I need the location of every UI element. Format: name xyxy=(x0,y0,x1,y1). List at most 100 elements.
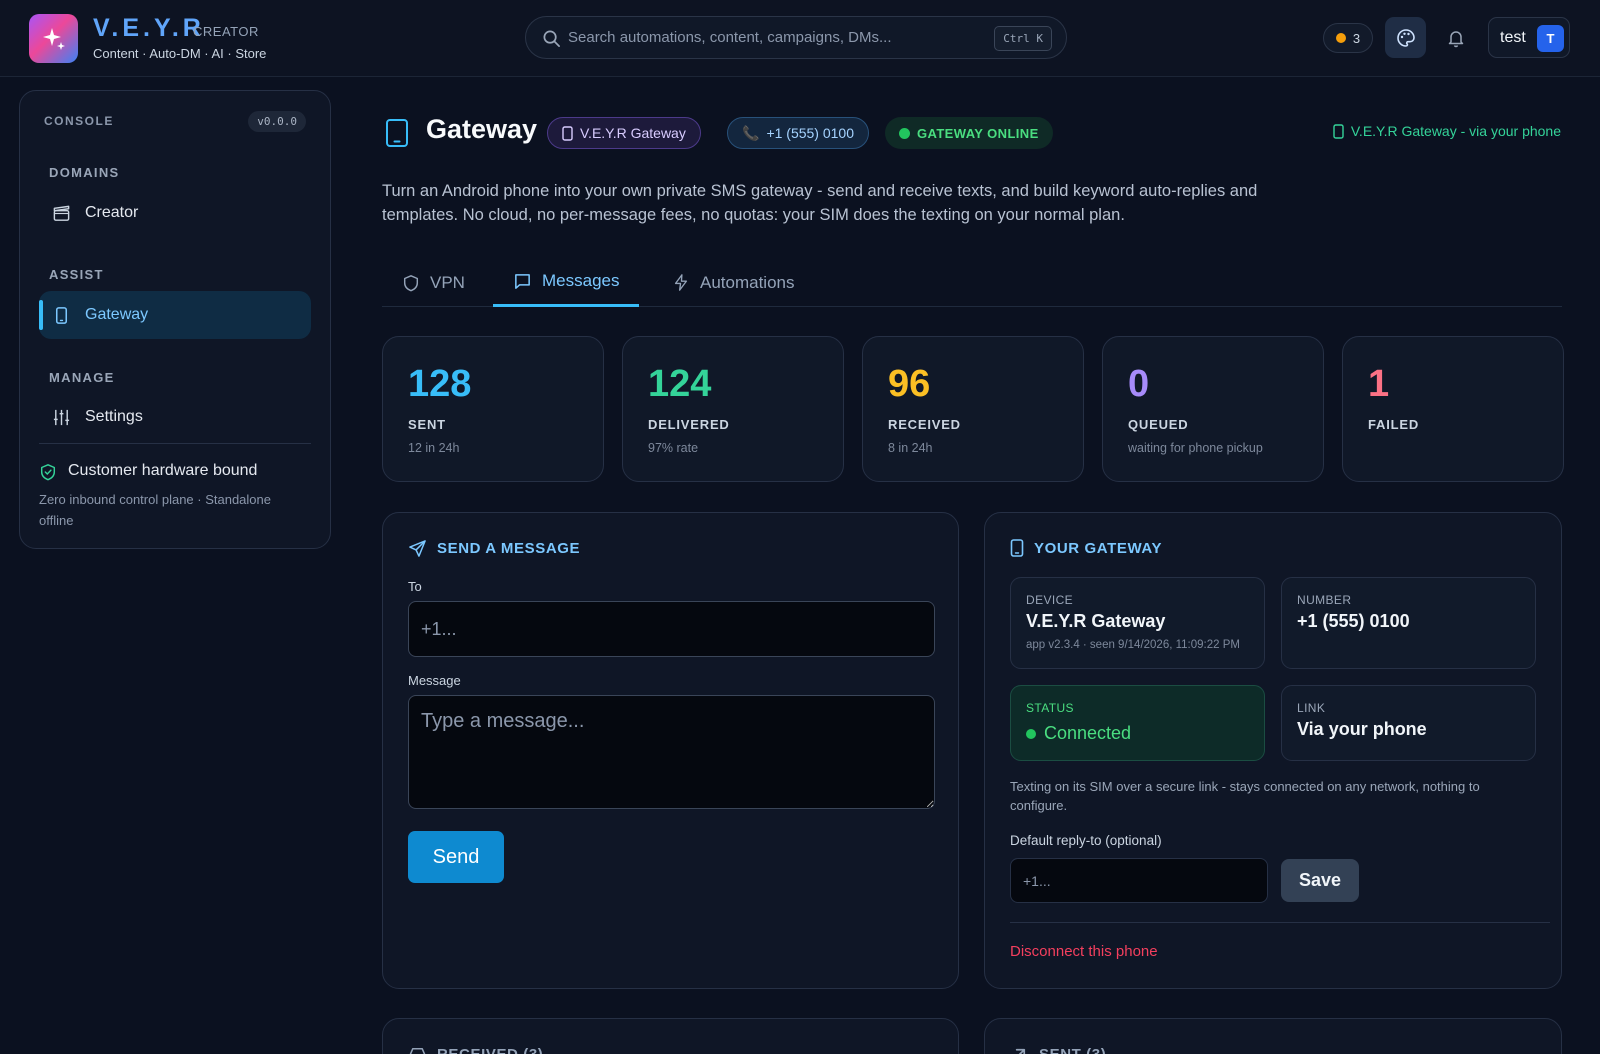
phone-chip-label: +1 (555) 0100 xyxy=(766,125,855,141)
stat-value: 128 xyxy=(408,363,472,405)
card-title: YOUR GATEWAY xyxy=(1010,539,1162,557)
stat-sub: 8 in 24h xyxy=(888,441,933,455)
message-input[interactable] xyxy=(408,695,935,809)
stat-label: SENT xyxy=(408,417,446,432)
stat-value: 1 xyxy=(1368,363,1390,405)
tab-label: Messages xyxy=(542,271,620,290)
search-input[interactable] xyxy=(568,17,968,58)
received-card: RECEIVED (3) xyxy=(382,1018,959,1054)
hardware-bound-title: Customer hardware bound xyxy=(68,462,258,479)
stat-label: QUEUED xyxy=(1128,417,1189,432)
card-title-label: RECEIVED (3) xyxy=(437,1046,543,1054)
number-info: NUMBER +1 (555) 0100 xyxy=(1281,577,1536,669)
stat-label: DELIVERED xyxy=(648,417,730,432)
number-value: +1 (555) 0100 xyxy=(1297,611,1410,631)
page-title: Gateway xyxy=(426,114,538,144)
palette-icon xyxy=(1396,28,1415,47)
gateway-via-link[interactable]: V.E.Y.R Gateway - via your phone xyxy=(1333,123,1561,139)
stat-sub: 97% rate xyxy=(648,441,699,455)
stat-card-received: 96 RECEIVED 8 in 24h xyxy=(862,336,1084,482)
phone-chip: 📞 +1 (555) 0100 xyxy=(727,117,870,149)
status-badge-label: GATEWAY ONLINE xyxy=(917,125,1039,141)
reply-to-label: Default reply-to (optional) xyxy=(1010,833,1162,848)
search-icon xyxy=(543,30,560,47)
message-label: Message xyxy=(408,673,461,688)
sidebar-item-label: Settings xyxy=(85,408,143,425)
sidebar-item-settings[interactable]: Settings xyxy=(39,393,311,441)
stat-label: FAILED xyxy=(1368,417,1420,432)
stat-card-failed: 1 FAILED xyxy=(1342,336,1564,482)
card-title-label: SENT (3) xyxy=(1039,1046,1106,1054)
link-info: LINK Via your phone xyxy=(1281,685,1536,761)
console-label: CONSOLE xyxy=(44,114,114,128)
send-icon xyxy=(409,540,426,557)
user-menu[interactable]: test T xyxy=(1488,17,1570,58)
bell-icon xyxy=(1448,31,1464,48)
smartphone-icon xyxy=(562,125,573,141)
hardware-bound-subtitle: Zero inbound control plane · Standalone … xyxy=(39,492,271,528)
sliders-icon xyxy=(51,407,71,427)
card-title: RECEIVED (3) xyxy=(408,1045,543,1054)
version-badge: v0.0.0 xyxy=(248,111,306,132)
brand-tag: CREATOR xyxy=(193,24,259,39)
avatar: T xyxy=(1537,25,1564,52)
stat-card-queued: 0 QUEUED waiting for phone pickup xyxy=(1102,336,1324,482)
smartphone-icon xyxy=(1333,123,1344,139)
sidebar-divider xyxy=(39,443,311,444)
lightning-icon xyxy=(674,274,688,291)
tab-bar: VPN Messages Automations xyxy=(382,258,1562,307)
sidebar-item-gateway[interactable]: Gateway xyxy=(39,291,311,339)
theme-button[interactable] xyxy=(1385,17,1426,58)
disconnect-link[interactable]: Disconnect this phone xyxy=(1010,943,1158,960)
tab-automations[interactable]: Automations xyxy=(652,258,815,307)
credits-badge[interactable]: 3 xyxy=(1323,23,1373,53)
status-value: Connected xyxy=(1026,723,1131,744)
tab-messages[interactable]: Messages xyxy=(493,258,640,307)
sparkle-icon xyxy=(42,27,65,50)
global-search[interactable]: Ctrl K xyxy=(525,16,1067,59)
status-info: STATUS Connected xyxy=(1010,685,1265,761)
status-dot xyxy=(1026,728,1036,739)
notifications-button[interactable] xyxy=(1443,25,1469,51)
smartphone-icon xyxy=(386,119,408,147)
section-assist: ASSIST xyxy=(49,267,104,282)
device-chip: V.E.Y.R Gateway xyxy=(547,117,701,149)
device-chip-label: V.E.Y.R Gateway xyxy=(580,125,686,141)
stat-label: RECEIVED xyxy=(888,417,961,432)
reply-to-input[interactable] xyxy=(1010,858,1268,903)
user-name: test xyxy=(1500,29,1526,46)
sent-card: SENT (3) xyxy=(984,1018,1562,1054)
to-label: To xyxy=(408,579,422,594)
stat-card-sent: 128 SENT 12 in 24h xyxy=(382,336,604,482)
card-title-label: YOUR GATEWAY xyxy=(1034,539,1163,557)
sidebar-item-label: Gateway xyxy=(85,306,149,323)
credits-count: 3 xyxy=(1352,30,1361,46)
arrow-up-right-icon xyxy=(1015,1048,1026,1054)
tab-label: VPN xyxy=(430,272,465,292)
save-button[interactable]: Save xyxy=(1281,859,1359,902)
via-link-label: V.E.Y.R Gateway - via your phone xyxy=(1350,123,1561,139)
coin-icon xyxy=(1335,33,1346,43)
to-input[interactable] xyxy=(408,601,935,657)
number-label: NUMBER xyxy=(1297,593,1352,607)
logo[interactable] xyxy=(29,14,78,63)
stat-value: 96 xyxy=(888,363,931,405)
device-value: V.E.Y.R Gateway xyxy=(1026,611,1166,631)
device-info: DEVICE V.E.Y.R Gateway app v2.3.4 · seen… xyxy=(1010,577,1265,669)
card-title: SENT (3) xyxy=(1010,1045,1106,1054)
tab-vpn[interactable]: VPN xyxy=(382,258,485,307)
gateway-card: YOUR GATEWAY DEVICE V.E.Y.R Gateway app … xyxy=(984,512,1562,989)
stat-sub: waiting for phone pickup xyxy=(1128,441,1263,455)
section-manage: MANAGE xyxy=(49,370,115,385)
card-divider xyxy=(1010,922,1550,923)
stat-value: 124 xyxy=(648,363,712,405)
send-button[interactable]: Send xyxy=(408,831,504,883)
stat-sub: 12 in 24h xyxy=(408,441,460,455)
shield-check-icon xyxy=(40,464,56,481)
sidebar-item-label: Creator xyxy=(85,204,139,221)
sidebar-item-creator[interactable]: Creator xyxy=(39,189,311,237)
smartphone-icon xyxy=(1010,539,1024,557)
link-value: Via your phone xyxy=(1297,719,1427,739)
search-shortcut: Ctrl K xyxy=(994,26,1052,51)
inbox-icon xyxy=(409,1048,426,1054)
